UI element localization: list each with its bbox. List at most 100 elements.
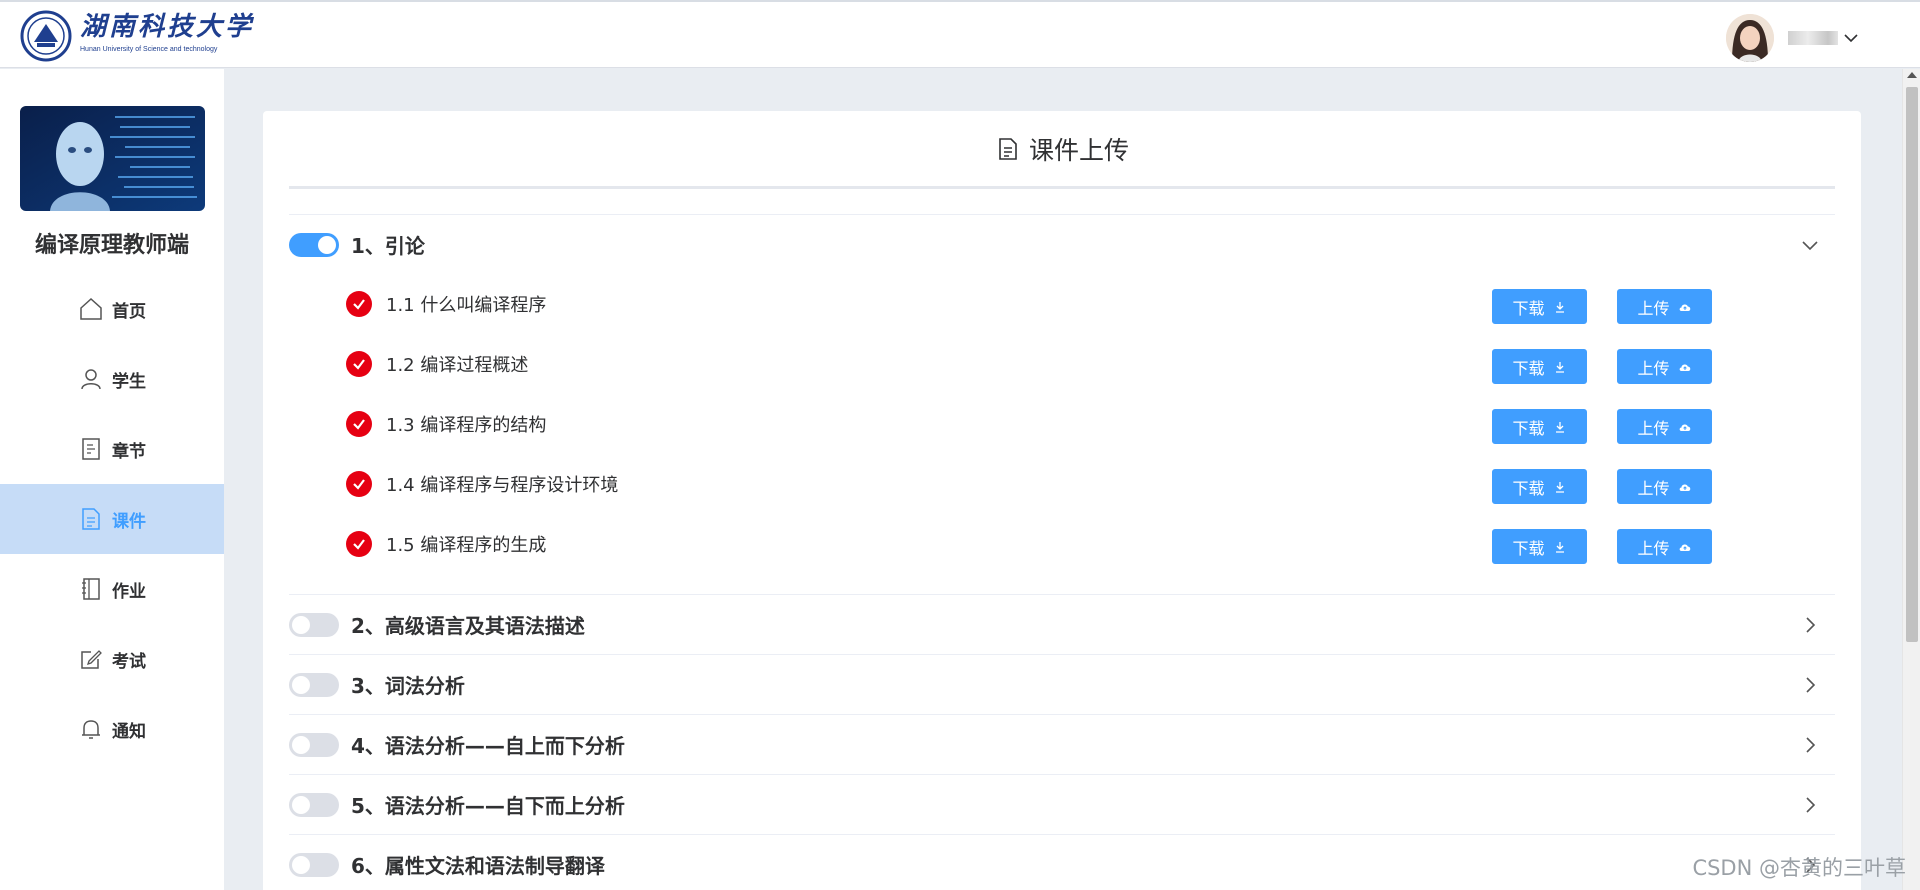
sidebar-menu: 首页 学生 章节 课件 作业 考试 通知 — [0, 274, 224, 764]
courseware-card: 课件上传 1、引论 1.1 什么叫编译程序 下载 上传 1.2 编译过程概述 下… — [263, 111, 1861, 890]
chapter-row[interactable]: 1、引论 — [289, 214, 1835, 274]
upload-button[interactable]: 上传 — [1617, 529, 1712, 564]
download-label: 下载 — [1512, 418, 1545, 438]
chapter-toggle[interactable] — [289, 612, 339, 637]
download-label: 下载 — [1512, 298, 1545, 318]
file-icon — [82, 508, 100, 530]
chapter-toggle[interactable] — [289, 232, 339, 257]
chevron-right-icon[interactable] — [1799, 614, 1821, 636]
chapter-title: 2、高级语言及其语法描述 — [351, 614, 585, 638]
chapter-title: 1、引论 — [351, 234, 425, 258]
chapter-row[interactable]: 3、词法分析 — [289, 654, 1835, 714]
cloud-upload-icon — [1679, 304, 1690, 311]
download-icon — [1555, 301, 1564, 313]
subsection-row: 1.3 编译程序的结构 下载 上传 — [289, 394, 1835, 454]
sidebar-item-exam[interactable]: 考试 — [0, 624, 224, 694]
chapter-list: 1、引论 1.1 什么叫编译程序 下载 上传 1.2 编译过程概述 下载 上传 … — [289, 214, 1835, 890]
upload-label: 上传 — [1637, 478, 1670, 498]
download-icon — [1555, 541, 1564, 553]
notebook-icon — [82, 578, 100, 600]
subsection-title: 1.2 编译过程概述 — [386, 355, 529, 376]
sidebar-item-label: 章节 — [112, 441, 146, 462]
course-banner-image — [20, 106, 205, 211]
cloud-upload-icon — [1679, 484, 1690, 491]
subsection-title: 1.3 编译程序的结构 — [386, 415, 547, 436]
chevron-down-icon[interactable] — [1799, 234, 1821, 256]
cloud-upload-icon — [1679, 364, 1690, 371]
sidebar-item-notice[interactable]: 通知 — [0, 694, 224, 764]
university-name: 湖南科技大学 Hunan University of Science and t… — [80, 12, 254, 53]
chapter-toggle[interactable] — [289, 852, 339, 877]
chevron-right-icon[interactable] — [1799, 674, 1821, 696]
sidebar-item-courseware[interactable]: 课件 — [0, 484, 224, 554]
upload-button[interactable]: 上传 — [1617, 349, 1712, 384]
sidebar-item-label: 作业 — [112, 581, 146, 602]
upload-label: 上传 — [1637, 358, 1670, 378]
chevron-right-icon[interactable] — [1799, 734, 1821, 756]
download-icon — [1555, 361, 1564, 373]
upload-label: 上传 — [1637, 298, 1670, 318]
sidebar-item-chapters[interactable]: 章节 — [0, 414, 224, 484]
chapter-row[interactable]: 5、语法分析——自下而上分析 — [289, 774, 1835, 834]
check-icon — [346, 531, 372, 557]
scroll-up-arrow-icon[interactable] — [1907, 72, 1917, 78]
chapter-title: 5、语法分析——自下而上分析 — [351, 794, 625, 818]
download-icon — [1555, 481, 1564, 493]
download-button[interactable]: 下载 — [1492, 529, 1587, 564]
subsection-row: 1.1 什么叫编译程序 下载 上传 — [289, 274, 1835, 334]
chevron-down-icon[interactable] — [1842, 29, 1860, 47]
scrollbar-thumb[interactable] — [1906, 87, 1918, 642]
app-title: 编译原理教师端 — [34, 233, 189, 258]
chapter-row[interactable]: 4、语法分析——自上而下分析 — [289, 714, 1835, 774]
sidebar-item-label: 通知 — [112, 721, 146, 742]
chapter-title: 3、词法分析 — [351, 674, 465, 698]
download-button[interactable]: 下载 — [1492, 409, 1587, 444]
file-icon — [999, 137, 1017, 160]
upload-button[interactable]: 上传 — [1617, 289, 1712, 324]
avatar[interactable] — [1726, 14, 1774, 62]
upload-button[interactable]: 上传 — [1617, 469, 1712, 504]
page-title: 课件上传 — [1028, 135, 1129, 165]
upload-label: 上传 — [1637, 418, 1670, 438]
chapter-row[interactable]: 6、属性文法和语法制导翻译 — [289, 834, 1835, 890]
sidebar: 编译原理教师端 首页 学生 章节 课件 作业 考试 通知 — [0, 69, 224, 890]
subsection-title: 1.1 什么叫编译程序 — [386, 295, 547, 316]
chapter-title: 6、属性文法和语法制导翻译 — [351, 854, 605, 878]
download-button[interactable]: 下载 — [1492, 469, 1587, 504]
download-button[interactable]: 下载 — [1492, 289, 1587, 324]
check-icon — [346, 291, 372, 317]
download-label: 下载 — [1512, 478, 1545, 498]
subsection-list: 1.1 什么叫编译程序 下载 上传 1.2 编译过程概述 下载 上传 1.3 编… — [289, 274, 1835, 594]
chapter-toggle[interactable] — [289, 732, 339, 757]
download-icon — [1555, 421, 1564, 433]
chapter-row[interactable]: 2、高级语言及其语法描述 — [289, 594, 1835, 654]
university-name-cn: 湖南科技大学 — [80, 12, 255, 42]
bell-icon — [82, 720, 100, 739]
cloud-upload-icon — [1679, 424, 1690, 431]
user-menu[interactable] — [1726, 14, 1860, 62]
watermark: CSDN @杏黄的三叶草 — [1692, 856, 1906, 880]
check-icon — [346, 351, 372, 377]
chapter-toggle[interactable] — [289, 672, 339, 697]
chapter-toggle[interactable] — [289, 792, 339, 817]
university-logo — [20, 10, 72, 62]
download-button[interactable]: 下载 — [1492, 349, 1587, 384]
cloud-upload-icon — [1679, 544, 1690, 551]
download-label: 下载 — [1512, 538, 1545, 558]
subsection-row: 1.2 编译过程概述 下载 上传 — [289, 334, 1835, 394]
upload-label: 上传 — [1637, 538, 1670, 558]
subsection-row: 1.5 编译程序的生成 下载 上传 — [289, 514, 1835, 574]
sidebar-item-homework[interactable]: 作业 — [0, 554, 224, 624]
top-header: 湖南科技大学 Hunan University of Science and t… — [0, 0, 1920, 68]
sidebar-item-label: 学生 — [112, 371, 146, 392]
subsection-row: 1.4 编译程序与程序设计环境 下载 上传 — [289, 454, 1835, 514]
page-scrollbar[interactable] — [1902, 69, 1920, 890]
sidebar-item-students[interactable]: 学生 — [0, 344, 224, 414]
sidebar-item-label: 首页 — [112, 301, 146, 322]
document-icon — [82, 438, 100, 460]
upload-button[interactable]: 上传 — [1617, 409, 1712, 444]
sidebar-item-home[interactable]: 首页 — [0, 274, 224, 344]
university-name-en: Hunan University of Science and technolo… — [80, 46, 218, 53]
subsection-title: 1.4 编译程序与程序设计环境 — [386, 475, 619, 496]
chevron-right-icon[interactable] — [1799, 794, 1821, 816]
